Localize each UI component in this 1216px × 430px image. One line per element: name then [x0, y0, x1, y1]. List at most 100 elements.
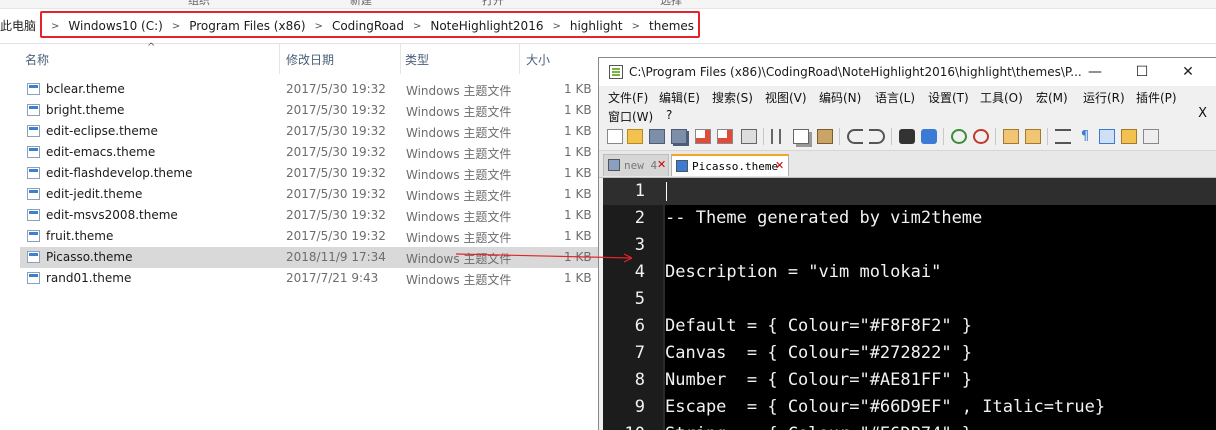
new-file-icon[interactable]: [607, 129, 623, 144]
column-name[interactable]: 名称: [25, 51, 49, 68]
file-row[interactable]: bright.theme 2017/5/30 19:32 Windows 主题文…: [20, 100, 598, 121]
column-divider[interactable]: [279, 44, 280, 74]
file-date: 2017/5/30 19:32: [286, 166, 386, 180]
menu-encoding[interactable]: 编码(N): [819, 89, 861, 106]
menu-tools[interactable]: 工具(O): [980, 89, 1023, 106]
code-line[interactable]: 8 Number = { Colour="#AE81FF" }: [603, 367, 1216, 394]
file-name: edit-eclipse.theme: [46, 124, 158, 138]
file-row[interactable]: edit-msvs2008.theme 2017/5/30 19:32 Wind…: [20, 205, 598, 226]
close-window-button[interactable]: ✕: [1165, 58, 1211, 86]
function-list-icon[interactable]: [1143, 129, 1159, 144]
copy-icon[interactable]: [793, 129, 809, 144]
sync-horizontal-icon[interactable]: [1025, 129, 1041, 144]
save-all-icon[interactable]: [671, 129, 687, 144]
column-type[interactable]: 类型: [405, 51, 429, 68]
file-size: 1 KB: [564, 208, 592, 222]
paste-icon[interactable]: [817, 129, 833, 144]
chevron-right-icon[interactable]: >: [413, 21, 421, 32]
tab-close-icon[interactable]: ✕: [775, 159, 784, 172]
code-line[interactable]: 3: [603, 232, 1216, 259]
close-icon[interactable]: [695, 129, 711, 144]
column-divider[interactable]: [519, 44, 520, 74]
tab-close-icon[interactable]: ✕: [657, 158, 666, 171]
column-divider[interactable]: [400, 44, 401, 74]
annotation-arrow: [456, 253, 633, 263]
chevron-right-icon[interactable]: >: [632, 21, 640, 32]
indent-guide-icon[interactable]: [1099, 129, 1115, 144]
file-row[interactable]: edit-flashdevelop.theme 2017/5/30 19:32 …: [20, 163, 598, 184]
code-line[interactable]: 5: [603, 286, 1216, 313]
address-root[interactable]: 此电脑: [0, 9, 36, 43]
file-row[interactable]: rand01.theme 2017/7/21 9:43 Windows 主题文件…: [20, 268, 598, 289]
file-name: edit-emacs.theme: [46, 145, 156, 159]
sort-ascending-icon: ^: [147, 42, 156, 53]
cut-icon[interactable]: [771, 129, 781, 144]
maximize-button[interactable]: ☐: [1119, 58, 1165, 86]
menu-settings[interactable]: 设置(T): [928, 89, 969, 106]
open-file-icon[interactable]: [627, 129, 643, 144]
replace-icon[interactable]: [921, 129, 937, 144]
arrow-shaft: [456, 253, 633, 259]
code-line[interactable]: 4 Description = "vim molokai": [603, 259, 1216, 286]
code-line[interactable]: 10 String = { Colour="#E6DB74" }: [603, 421, 1216, 430]
close-all-icon[interactable]: [717, 129, 733, 144]
menu-view[interactable]: 视图(V): [765, 89, 807, 106]
document-icon: [676, 160, 688, 172]
breadcrumb-highlight[interactable]: highlight: [570, 19, 623, 33]
tab-label: Picasso.theme: [692, 160, 779, 173]
chevron-right-icon[interactable]: >: [172, 21, 180, 32]
menu-language[interactable]: 语言(L): [875, 89, 915, 106]
redo-icon[interactable]: [869, 129, 885, 144]
zoom-out-icon[interactable]: [973, 129, 989, 144]
breadcrumb-drive[interactable]: Windows10 (C:): [68, 19, 162, 33]
file-row[interactable]: edit-eclipse.theme 2017/5/30 19:32 Windo…: [20, 121, 598, 142]
code-line[interactable]: 9 Escape = { Colour="#66D9EF" , Italic=t…: [603, 394, 1216, 421]
undo-icon[interactable]: [847, 129, 863, 144]
menu-edit[interactable]: 编辑(E): [659, 89, 700, 106]
breadcrumb-codingroad[interactable]: CodingRoad: [332, 19, 404, 33]
toolbar-separator: [763, 128, 764, 145]
sync-vertical-icon[interactable]: [1003, 129, 1019, 144]
menu-window[interactable]: 窗口(W): [608, 108, 653, 125]
file-row[interactable]: edit-jedit.theme 2017/5/30 19:32 Windows…: [20, 184, 598, 205]
menu-macro[interactable]: 宏(M): [1036, 89, 1068, 106]
chevron-right-icon[interactable]: >: [552, 21, 560, 32]
breadcrumb-notehighlight[interactable]: NoteHighlight2016: [430, 19, 543, 33]
file-type: Windows 主题文件: [406, 84, 512, 98]
line-number: 8: [634, 370, 645, 390]
tab-new-4[interactable]: new 4 ✕: [603, 154, 669, 176]
save-icon[interactable]: [649, 129, 665, 144]
menu-help[interactable]: ?: [666, 108, 672, 122]
breadcrumb-themes[interactable]: themes: [649, 19, 694, 33]
show-all-chars-icon[interactable]: ¶: [1077, 129, 1093, 144]
menu-plugins[interactable]: 插件(P): [1136, 89, 1177, 106]
menu-file[interactable]: 文件(F): [608, 89, 648, 106]
zoom-in-icon[interactable]: [951, 129, 967, 144]
tab-picasso-theme[interactable]: Picasso.theme ✕: [671, 154, 789, 176]
code-line[interactable]: 6 Default = { Colour="#F8F8F2" }: [603, 313, 1216, 340]
print-icon[interactable]: [741, 129, 757, 144]
minimize-button[interactable]: —: [1072, 58, 1118, 86]
file-date: 2017/5/30 19:32: [286, 145, 386, 159]
chevron-right-icon[interactable]: >: [315, 21, 323, 32]
code-line[interactable]: 2 -- Theme generated by vim2theme: [603, 205, 1216, 232]
theme-file-icon: [27, 188, 40, 200]
column-date[interactable]: 修改日期: [286, 51, 334, 68]
word-wrap-icon[interactable]: [1055, 129, 1071, 144]
file-row[interactable]: edit-emacs.theme 2017/5/30 19:32 Windows…: [20, 142, 598, 163]
file-row[interactable]: fruit.theme 2017/5/30 19:32 Windows 主题文件…: [20, 226, 598, 247]
find-icon[interactable]: [899, 129, 915, 144]
column-size[interactable]: 大小: [526, 51, 550, 68]
code-editor[interactable]: 1 2 -- Theme generated by vim2theme 3 4 …: [603, 178, 1216, 430]
chevron-right-icon[interactable]: >: [51, 21, 59, 32]
code-line[interactable]: 7 Canvas = { Colour="#272822" }: [603, 340, 1216, 367]
breadcrumb: > Windows10 (C:) > Program Files (x86) >…: [42, 13, 694, 39]
close-document-button[interactable]: X: [1198, 106, 1207, 121]
title-bar[interactable]: C:\Program Files (x86)\CodingRoad\NoteHi…: [599, 58, 1216, 86]
menu-search[interactable]: 搜索(S): [712, 89, 753, 106]
file-row[interactable]: bclear.theme 2017/5/30 19:32 Windows 主题文…: [20, 79, 598, 100]
menu-run[interactable]: 运行(R): [1083, 89, 1125, 106]
breadcrumb-program-files[interactable]: Program Files (x86): [189, 19, 305, 33]
doc-map-icon[interactable]: [1121, 129, 1137, 144]
code-line[interactable]: 1: [603, 178, 1216, 205]
